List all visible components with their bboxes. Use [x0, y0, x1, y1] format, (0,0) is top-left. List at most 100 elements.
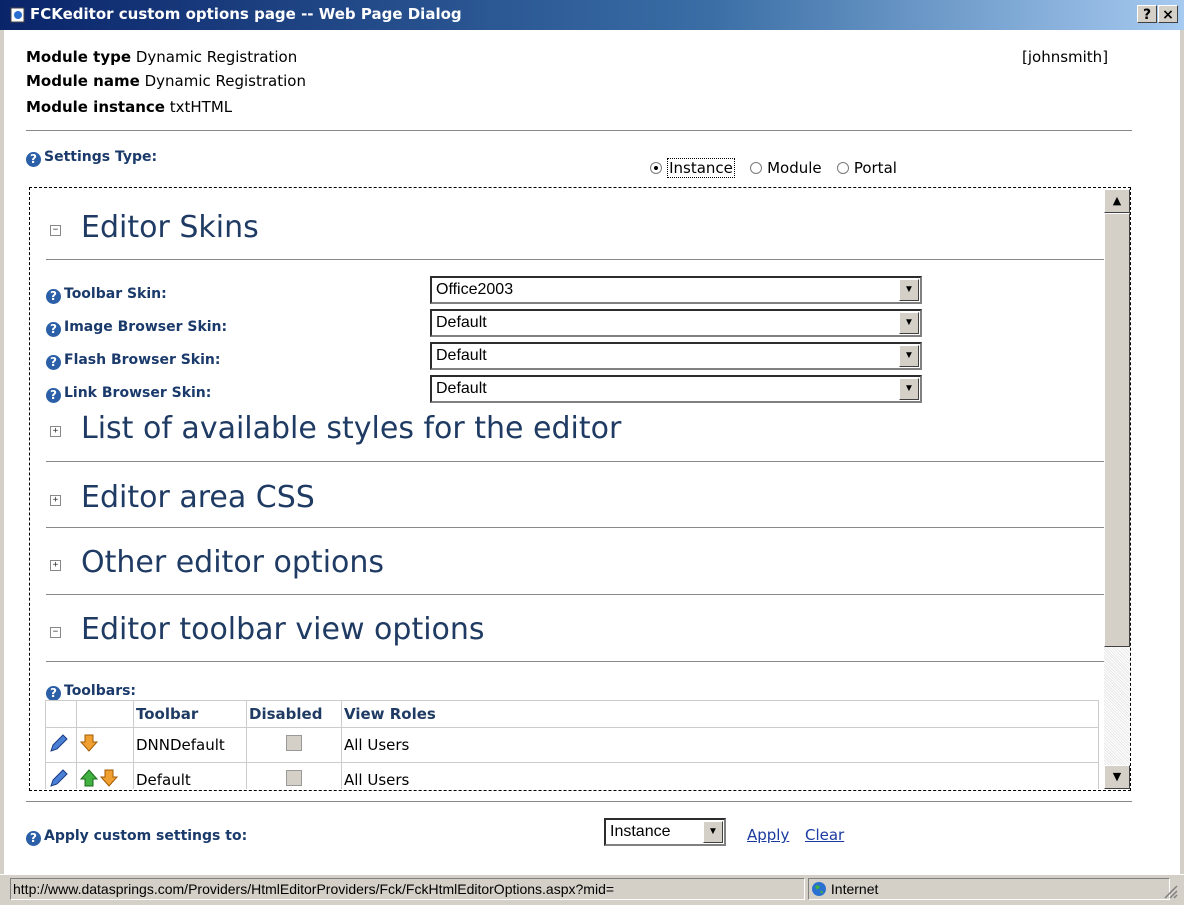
table-header-edit: [45, 700, 77, 728]
radio-module-label[interactable]: Module: [767, 159, 822, 177]
section-divider: [46, 661, 1112, 662]
flash-browser-skin-label: Flash Browser Skin:: [64, 352, 221, 368]
toolbar-skin-label: Toolbar Skin:: [64, 286, 167, 302]
help-icon[interactable]: ?: [46, 686, 61, 701]
help-icon[interactable]: ?: [46, 322, 61, 337]
radio-module[interactable]: [750, 162, 762, 174]
table-header-disabled: Disabled: [246, 700, 342, 728]
scroll-up-button[interactable]: ▲: [1104, 189, 1130, 213]
flash-browser-skin-select[interactable]: Default ▼: [430, 342, 922, 370]
vertical-scrollbar[interactable]: ▲ ▼: [1104, 189, 1130, 789]
pencil-icon[interactable]: [48, 767, 70, 789]
dropdown-arrow-icon[interactable]: ▼: [703, 821, 723, 843]
skin-label-row: ? Flash Browser Skin:: [46, 349, 220, 370]
radio-instance-label[interactable]: Instance: [667, 158, 735, 178]
apply-settings-row: ? Apply custom settings to:: [26, 825, 247, 846]
window-frame-left: [0, 30, 4, 904]
link-browser-skin-select[interactable]: Default ▼: [430, 375, 922, 403]
move-cell: [76, 762, 134, 789]
image-browser-skin-select[interactable]: Default ▼: [430, 309, 922, 337]
header-divider: [26, 130, 1132, 131]
section-styles[interactable]: + List of available styles for the editor: [50, 411, 621, 446]
globe-icon: [812, 882, 826, 896]
help-icon[interactable]: ?: [26, 152, 41, 167]
edit-cell: [45, 727, 77, 763]
collapse-icon[interactable]: −: [50, 225, 61, 236]
toolbars-table-clip: Toolbar Disabled View Roles DNNDefault A…: [45, 700, 1101, 789]
settings-type-radios: Instance Module Portal: [650, 158, 897, 178]
apply-link[interactable]: Apply: [747, 826, 789, 844]
arrow-up-icon[interactable]: [79, 768, 99, 788]
toolbars-label: Toolbars:: [64, 683, 137, 699]
help-icon[interactable]: ?: [46, 355, 61, 370]
status-zone-label: Internet: [830, 881, 879, 897]
module-name-row: Module name Dynamic Registration: [26, 72, 306, 90]
ie-page-icon: [10, 7, 25, 23]
section-editor-skins[interactable]: − Editor Skins: [50, 210, 259, 245]
radio-portal[interactable]: [836, 162, 849, 174]
apply-settings-label: Apply custom settings to:: [44, 828, 248, 844]
skin-label-row: ? Link Browser Skin:: [46, 382, 211, 403]
edit-cell: [45, 762, 77, 789]
module-instance-row: Module instance txtHTML: [26, 98, 232, 116]
dropdown-arrow-icon[interactable]: ▼: [899, 345, 919, 367]
toolbar-name-cell: Default: [133, 762, 247, 789]
skin-label-row: ? Image Browser Skin:: [46, 316, 227, 337]
section-editor-skins-title: Editor Skins: [81, 210, 259, 245]
toolbar-skin-value: Office2003: [436, 281, 514, 298]
close-button[interactable]: ×: [1158, 5, 1178, 23]
toolbar-name-cell: DNNDefault: [133, 727, 247, 763]
image-browser-skin-label: Image Browser Skin:: [64, 319, 228, 335]
section-css[interactable]: + Editor area CSS: [50, 480, 315, 515]
radio-instance[interactable]: [650, 162, 662, 174]
expand-icon[interactable]: +: [50, 560, 61, 571]
dropdown-arrow-icon[interactable]: ▼: [899, 378, 919, 400]
status-zone: Internet: [808, 878, 1170, 900]
section-divider: [46, 527, 1112, 528]
disabled-cell: [246, 762, 342, 789]
dropdown-arrow-icon[interactable]: ▼: [899, 279, 919, 301]
clear-link[interactable]: Clear: [805, 826, 844, 844]
module-name-value: Dynamic Registration: [144, 72, 306, 90]
apply-to-select[interactable]: Instance ▼: [604, 818, 726, 846]
flash-browser-skin-value: Default: [436, 347, 487, 364]
resize-grip-icon[interactable]: [1162, 883, 1178, 899]
help-icon[interactable]: ?: [46, 388, 61, 403]
section-toolbar-view[interactable]: − Editor toolbar view options: [50, 612, 485, 647]
section-toolbar-view-title: Editor toolbar view options: [81, 612, 485, 647]
window-frame-right: [1180, 30, 1184, 904]
apply-to-value: Instance: [610, 823, 671, 840]
link-browser-skin-label: Link Browser Skin:: [64, 385, 212, 401]
disabled-checkbox[interactable]: [286, 735, 302, 751]
toolbars-table: Toolbar Disabled View Roles DNNDefault A…: [45, 700, 1099, 789]
toolbar-skin-select[interactable]: Office2003 ▼: [430, 276, 922, 304]
module-type-value: Dynamic Registration: [135, 48, 298, 66]
skin-label-row: ? Toolbar Skin:: [46, 283, 167, 304]
radio-portal-label[interactable]: Portal: [854, 159, 897, 177]
table-row: Default All Users: [45, 762, 1099, 789]
table-header-move: [76, 700, 134, 728]
pencil-icon[interactable]: [48, 732, 70, 754]
section-other[interactable]: + Other editor options: [50, 545, 384, 580]
help-icon[interactable]: ?: [46, 289, 61, 304]
expand-icon[interactable]: +: [50, 426, 61, 437]
module-type-row: Module type Dynamic Registration: [26, 48, 297, 66]
dropdown-arrow-icon[interactable]: ▼: [899, 312, 919, 334]
current-user: [johnsmith]: [1022, 48, 1109, 66]
help-button[interactable]: ?: [1137, 5, 1157, 23]
view-roles-cell: All Users: [341, 762, 1099, 789]
help-icon[interactable]: ?: [26, 831, 41, 846]
scroll-thumb[interactable]: [1104, 213, 1130, 647]
collapse-icon[interactable]: −: [50, 627, 61, 638]
settings-type-row: ? Settings Type:: [26, 146, 157, 167]
section-divider: [46, 461, 1112, 462]
scroll-down-button[interactable]: ▼: [1104, 765, 1130, 789]
section-styles-title: List of available styles for the editor: [81, 411, 622, 446]
disabled-cell: [246, 727, 342, 763]
table-header-view-roles: View Roles: [341, 700, 1099, 728]
expand-icon[interactable]: +: [50, 495, 61, 506]
disabled-checkbox[interactable]: [286, 770, 302, 786]
section-other-title: Other editor options: [81, 545, 385, 580]
arrow-down-icon[interactable]: [99, 768, 119, 788]
arrow-down-icon[interactable]: [79, 733, 99, 753]
